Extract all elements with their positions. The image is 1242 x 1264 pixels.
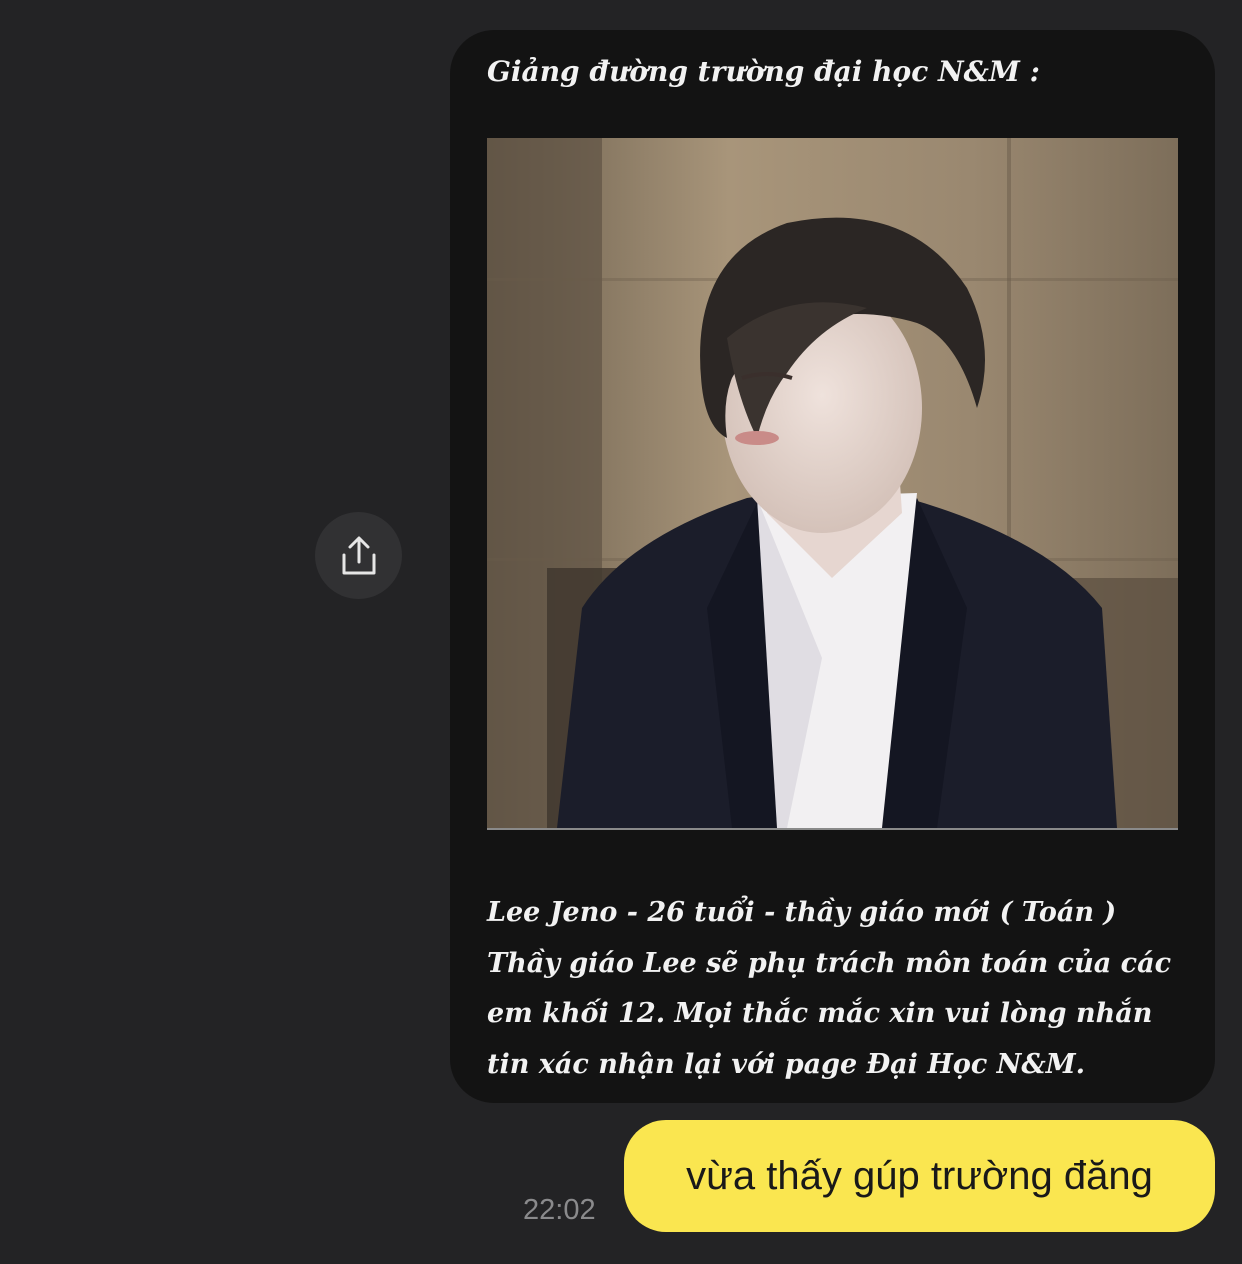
post-heading: Giảng đường trường đại học N&M : xyxy=(487,55,1040,88)
post-body-line: Thầy giáo Lee sẽ phụ trách môn toán của … xyxy=(487,947,1172,979)
post-body-line: em khối 12. Mọi thắc mắc xin vui lòng nh… xyxy=(487,998,1153,1029)
outgoing-message-bubble[interactable]: vừa thấy gúp trường đăng xyxy=(624,1120,1215,1232)
share-button[interactable] xyxy=(315,512,402,599)
share-icon xyxy=(339,535,379,577)
message-time: 22:02 xyxy=(523,1194,596,1226)
post-photo[interactable] xyxy=(487,138,1178,830)
post-body-line: Lee Jeno - 26 tuổi - thầy giáo mới ( Toá… xyxy=(487,897,1117,928)
shared-post-card[interactable]: Giảng đường trường đại học N&M : Lee Jen… xyxy=(450,30,1215,1103)
post-body: Lee Jeno - 26 tuổi - thầy giáo mới ( Toá… xyxy=(487,888,1193,1090)
message-text: vừa thấy gúp trường đăng xyxy=(686,1154,1153,1198)
post-body-line: tin xác nhận lại với page Đại Học N&M. xyxy=(487,1048,1086,1080)
chat-screen: Giảng đường trường đại học N&M : Lee Jen… xyxy=(0,0,1242,1264)
